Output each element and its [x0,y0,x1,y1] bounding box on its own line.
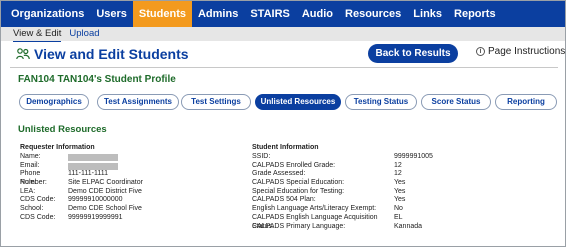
requester-row: Name: [20,153,143,162]
student-row: SSID: 9999991005 [252,153,433,160]
tab-score-status[interactable]: Score Status [421,94,491,110]
nav-item-admins[interactable]: Admins [192,1,244,27]
nav-item-audio[interactable]: Audio [296,1,339,27]
page-title: View and Edit Students [34,46,189,62]
student-heading: Student Information [252,144,319,151]
section-title: Unlisted Resources [18,124,107,135]
redacted-value [68,162,118,170]
top-nav: Organizations Users Students Admins STAI… [1,1,565,27]
student-row: Grade Assessed: 12 [252,170,402,178]
profile-tabs: Demographics Test Assignments Test Setti… [19,94,558,110]
nav-item-organizations[interactable]: Organizations [5,1,90,27]
tab-test-settings[interactable]: Test Settings [181,94,251,110]
student-row: CALPADS Enrolled Grade: 12 [252,161,402,169]
info-icon: i [476,47,485,56]
nav-item-users[interactable]: Users [90,1,133,27]
requester-row: Email: [20,162,143,171]
subnav-upload[interactable]: Upload [69,27,99,41]
requester-row: CDS Code: 99999919999991 [20,213,123,221]
header-divider [10,67,558,68]
tab-demographics[interactable]: Demographics [19,94,89,110]
student-row: English Language Arts/Literacy Exempt: N… [252,205,403,213]
tab-unlisted-resources[interactable]: Unlisted Resources [255,94,341,110]
nav-item-students[interactable]: Students [132,1,192,27]
student-row: CALPADS Special Education: Yes [252,179,406,187]
nav-item-links[interactable]: Links [407,1,448,27]
student-info: Student Information SSID: 9999991005 CAL… [252,143,433,231]
sub-nav: View & Edit Upload [1,27,565,42]
tab-testing-status[interactable]: Testing Status [345,94,417,110]
student-profile-title: FAN104 TAN104's Student Profile [18,74,176,85]
student-row: Special Education for Testing: Yes [252,187,406,195]
student-row: CALPADS Primary Language: Kannada [252,222,423,230]
nav-item-reports[interactable]: Reports [448,1,502,27]
requester-info: Requester Information Name: Email: Phone… [20,143,143,223]
nav-item-stairs[interactable]: STAIRS [244,1,296,27]
page-header: View and Edit Students [16,44,189,64]
requester-row: School: Demo CDE School Five [20,205,142,213]
redacted-value [68,154,118,161]
requester-row: Phone Number: 111-111-1111 [20,170,108,187]
subnav-view-edit[interactable]: View & Edit [13,27,62,42]
requester-row: LEA: Demo CDE District Five [20,187,142,195]
page-instructions-label: Page Instructions [488,46,566,57]
back-to-results-button[interactable]: Back to Results [368,44,458,63]
tab-test-assignments[interactable]: Test Assignments [97,94,179,110]
requester-row: CDS Code: 99999910000000 [20,196,123,204]
people-icon [16,48,30,60]
tab-reporting[interactable]: Reporting [495,94,557,110]
requester-heading: Requester Information [20,144,95,151]
student-row: CALPADS 504 Plan: Yes [252,196,406,204]
requester-row: Role: Site ELPAC Coordinator [20,179,143,187]
nav-item-resources[interactable]: Resources [339,1,407,27]
page-instructions-link[interactable]: i Page Instructions [476,46,565,57]
student-row: CALPADS English Language Acquisition Sta… [252,213,403,230]
